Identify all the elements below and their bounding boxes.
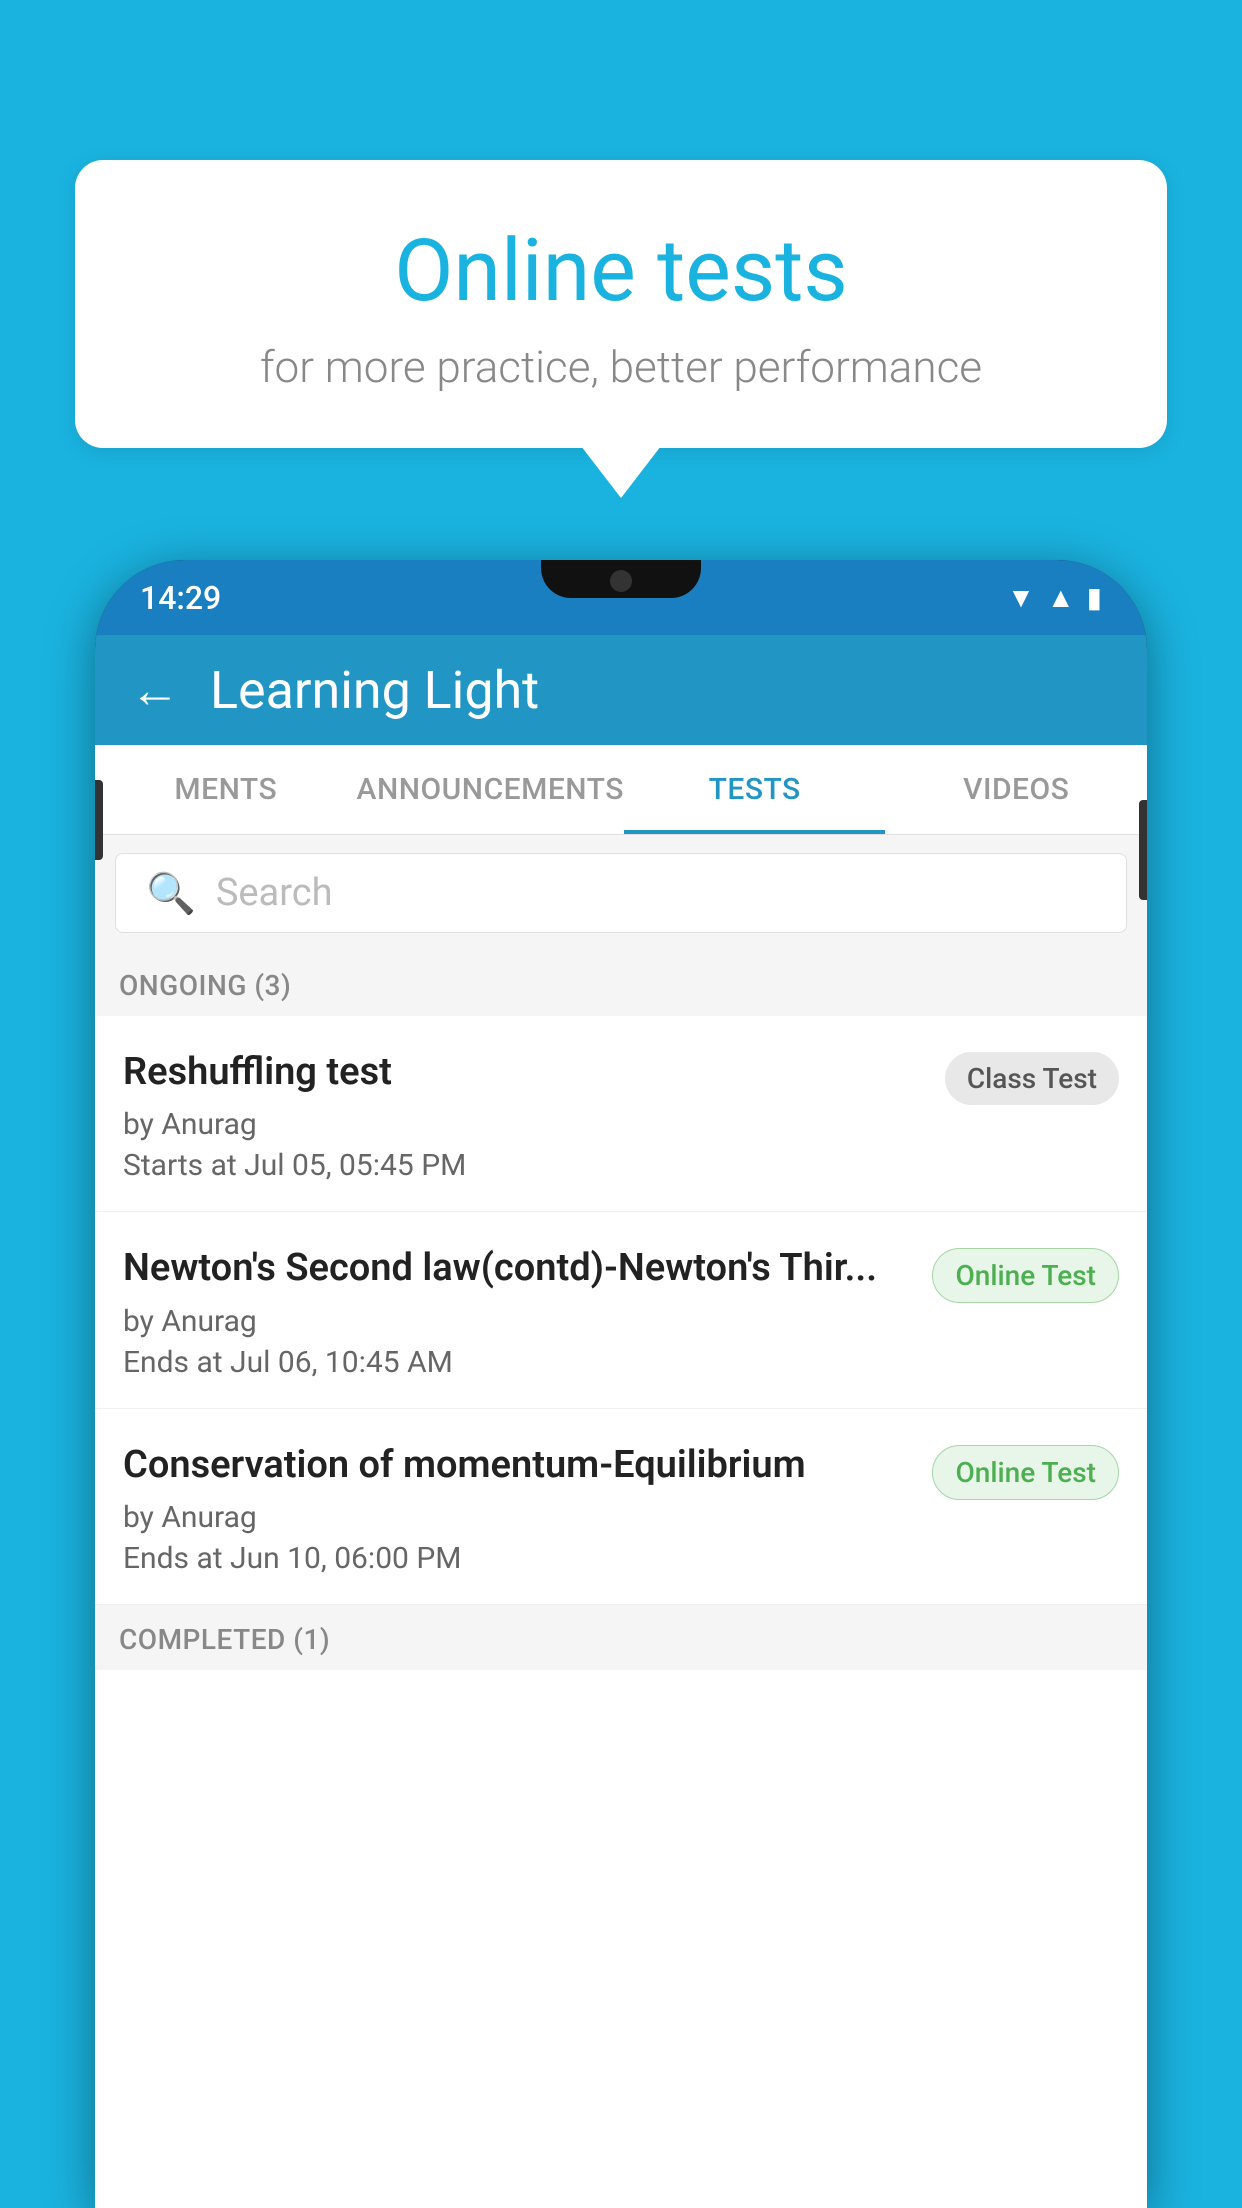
- search-icon: 🔍: [146, 870, 196, 917]
- status-time: 14:29: [140, 579, 221, 617]
- test-info-2: Newton's Second law(contd)-Newton's Thir…: [123, 1244, 932, 1379]
- test-badge-2: Online Test: [932, 1248, 1119, 1303]
- app-header: ← Learning Light: [95, 635, 1147, 745]
- test-author-3: by Anurag: [123, 1500, 912, 1535]
- search-box[interactable]: 🔍 Search: [115, 853, 1127, 933]
- signal-icon: ▲: [1047, 581, 1075, 614]
- tabs-bar: MENTS ANNOUNCEMENTS TESTS VIDEOS: [95, 745, 1147, 835]
- tab-ments[interactable]: MENTS: [95, 745, 357, 834]
- battery-icon: ▮: [1087, 581, 1102, 614]
- camera-notch: [610, 570, 632, 592]
- test-list: Reshuffling test by Anurag Starts at Jul…: [95, 1016, 1147, 1605]
- test-date-3: Ends at Jun 10, 06:00 PM: [123, 1541, 912, 1576]
- tab-videos[interactable]: VIDEOS: [885, 745, 1147, 834]
- test-name-2: Newton's Second law(contd)-Newton's Thir…: [123, 1244, 912, 1293]
- test-date-1: Starts at Jul 05, 05:45 PM: [123, 1148, 925, 1183]
- status-icons: ▼ ▲ ▮: [1007, 581, 1102, 614]
- test-date-2: Ends at Jul 06, 10:45 AM: [123, 1345, 912, 1380]
- test-name-1: Reshuffling test: [123, 1048, 925, 1097]
- tab-announcements[interactable]: ANNOUNCEMENTS: [357, 745, 624, 834]
- phone-frame: 14:29 ▼ ▲ ▮ ← Learning Light MENTS ANNOU…: [95, 560, 1147, 2208]
- phone-content: MENTS ANNOUNCEMENTS TESTS VIDEOS 🔍 Searc…: [95, 745, 1147, 2208]
- completed-section-header: COMPLETED (1): [95, 1605, 1147, 1670]
- speech-bubble: Online tests for more practice, better p…: [75, 160, 1167, 448]
- test-info-3: Conservation of momentum-Equilibrium by …: [123, 1441, 932, 1576]
- test-author-2: by Anurag: [123, 1304, 912, 1339]
- status-bar: 14:29 ▼ ▲ ▮: [95, 560, 1147, 635]
- test-name-3: Conservation of momentum-Equilibrium: [123, 1441, 912, 1490]
- test-badge-1: Class Test: [945, 1052, 1119, 1105]
- test-author-1: by Anurag: [123, 1107, 925, 1142]
- test-item-3[interactable]: Conservation of momentum-Equilibrium by …: [95, 1409, 1147, 1605]
- test-badge-3: Online Test: [932, 1445, 1119, 1500]
- app-title: Learning Light: [210, 660, 539, 721]
- search-placeholder: Search: [216, 871, 333, 915]
- ongoing-section-header: ONGOING (3): [95, 951, 1147, 1016]
- wifi-icon: ▼: [1007, 581, 1035, 614]
- back-button[interactable]: ←: [130, 661, 180, 720]
- test-item-2[interactable]: Newton's Second law(contd)-Newton's Thir…: [95, 1212, 1147, 1408]
- search-container: 🔍 Search: [95, 835, 1147, 951]
- test-item-1[interactable]: Reshuffling test by Anurag Starts at Jul…: [95, 1016, 1147, 1212]
- bubble-subtitle: for more practice, better performance: [125, 341, 1117, 393]
- test-info-1: Reshuffling test by Anurag Starts at Jul…: [123, 1048, 945, 1183]
- tab-tests[interactable]: TESTS: [624, 745, 886, 834]
- bubble-title: Online tests: [125, 220, 1117, 321]
